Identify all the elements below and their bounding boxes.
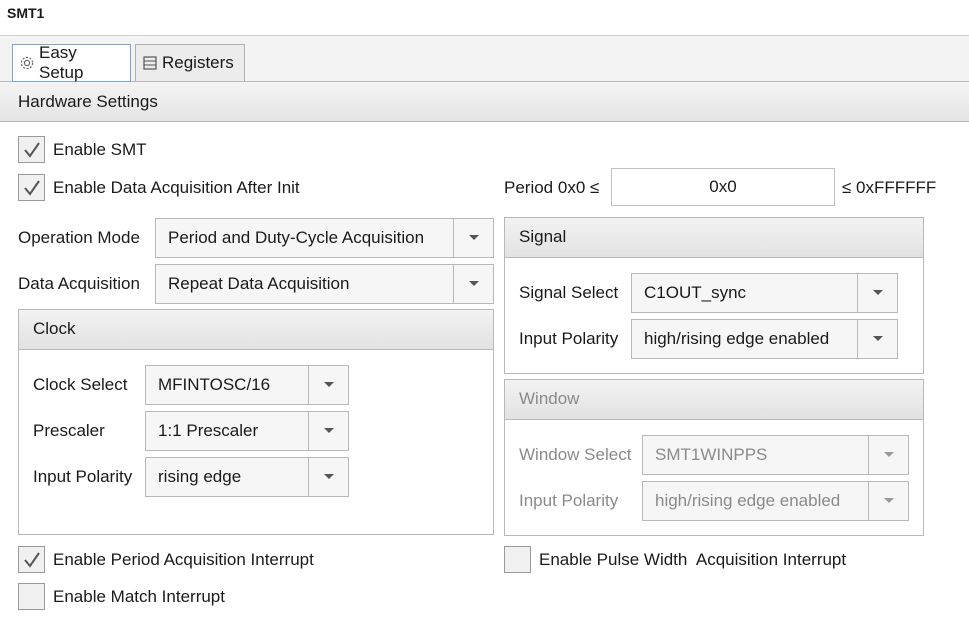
prescaler-value: 1:1 Prescaler xyxy=(158,421,259,440)
title-bar xyxy=(0,0,969,36)
chevron-down-icon[interactable] xyxy=(308,458,348,496)
checkmark-icon xyxy=(23,179,40,196)
tab-easy-setup[interactable]: Easy Setup xyxy=(12,43,131,82)
pulse-interrupt-checkbox[interactable] xyxy=(504,546,531,573)
period-interrupt-checkbox[interactable] xyxy=(18,546,45,573)
data-acquisition-select[interactable]: Repeat Data Acquisition xyxy=(155,264,494,304)
period-interrupt-row[interactable]: Enable Period Acquisition Interrupt xyxy=(18,546,314,573)
enable-smt-row[interactable]: Enable SMT xyxy=(18,136,147,163)
clock-input-polarity-select[interactable]: rising edge xyxy=(145,457,349,497)
clock-panel-title: Clock xyxy=(33,319,76,338)
window-select-label: Window Select xyxy=(519,445,632,464)
signal-select-select[interactable]: C1OUT_sync xyxy=(631,273,898,313)
period-prefix: Period 0x0 ≤ xyxy=(504,178,600,197)
chevron-down-icon[interactable] xyxy=(857,320,897,358)
window-panel-header: Window xyxy=(505,380,923,420)
window-panel-title: Window xyxy=(519,389,580,408)
signal-select-value: C1OUT_sync xyxy=(644,283,747,302)
gear-icon xyxy=(19,55,35,71)
signal-select-label: Signal Select xyxy=(519,283,619,302)
chevron-down-icon[interactable] xyxy=(308,366,348,404)
tab-registers-label: Registers xyxy=(162,53,234,72)
window-input-polarity-select[interactable]: high/rising edge enabled xyxy=(642,481,909,521)
match-interrupt-label: Enable Match Interrupt xyxy=(53,586,225,606)
window-select-select[interactable]: SMT1WINPPS xyxy=(642,435,909,475)
window-input-polarity-value: high/rising edge enabled xyxy=(655,491,841,510)
window-title: SMT1 xyxy=(7,5,45,21)
prescaler-label: Prescaler xyxy=(33,421,105,440)
checkmark-icon xyxy=(23,141,40,158)
signal-panel-header: Signal xyxy=(505,218,923,258)
period-suffix: ≤ 0xFFFFFF xyxy=(842,178,937,197)
hardware-settings-header[interactable]: Hardware Settings xyxy=(0,82,969,122)
chevron-down-icon[interactable] xyxy=(857,274,897,312)
signal-input-polarity-label: Input Polarity xyxy=(519,329,619,348)
period-input[interactable]: 0x0 xyxy=(611,168,835,206)
signal-input-polarity-select[interactable]: high/rising edge enabled xyxy=(631,319,898,359)
hardware-settings-title: Hardware Settings xyxy=(18,92,158,111)
pulse-interrupt-row[interactable]: Enable Pulse Width Acquisition Interrupt xyxy=(504,546,846,573)
clock-input-polarity-label: Input Polarity xyxy=(33,467,133,486)
checkmark-icon xyxy=(23,551,40,568)
enable-data-acq-label: Enable Data Acquisition After Init xyxy=(53,177,300,197)
operation-mode-value: Period and Duty-Cycle Acquisition xyxy=(168,228,425,247)
operation-mode-label: Operation Mode xyxy=(18,228,140,247)
tab-easy-setup-label: Easy Setup xyxy=(39,43,84,82)
operation-mode-select[interactable]: Period and Duty-Cycle Acquisition xyxy=(155,218,494,258)
window-select-value: SMT1WINPPS xyxy=(655,445,768,464)
clock-panel-header: Clock xyxy=(19,310,493,350)
window-input-polarity-label: Input Polarity xyxy=(519,491,619,510)
chevron-down-icon[interactable] xyxy=(453,219,493,257)
pulse-interrupt-label: Enable Pulse Width Acquisition Interrupt xyxy=(539,549,847,569)
list-icon xyxy=(142,55,158,71)
period-interrupt-label: Enable Period Acquisition Interrupt xyxy=(53,549,314,569)
enable-smt-label: Enable SMT xyxy=(53,139,147,159)
data-acquisition-label: Data Acquisition xyxy=(18,274,140,293)
chevron-down-icon[interactable] xyxy=(453,265,493,303)
period-value: 0x0 xyxy=(709,177,737,196)
chevron-down-icon[interactable] xyxy=(868,436,908,474)
chevron-down-icon[interactable] xyxy=(868,482,908,520)
data-acquisition-value: Repeat Data Acquisition xyxy=(168,274,350,293)
clock-input-polarity-value: rising edge xyxy=(158,467,242,486)
clock-select-label: Clock Select xyxy=(33,375,128,394)
signal-panel-title: Signal xyxy=(519,227,567,246)
enable-smt-checkbox[interactable] xyxy=(18,136,45,163)
enable-data-acq-row[interactable]: Enable Data Acquisition After Init xyxy=(18,174,300,201)
signal-input-polarity-value: high/rising edge enabled xyxy=(644,329,830,348)
prescaler-select[interactable]: 1:1 Prescaler xyxy=(145,411,349,451)
chevron-down-icon[interactable] xyxy=(308,412,348,450)
match-interrupt-checkbox[interactable] xyxy=(18,583,45,610)
clock-select-select[interactable]: MFINTOSC/16 xyxy=(145,365,349,405)
enable-data-acq-checkbox[interactable] xyxy=(18,174,45,201)
match-interrupt-row[interactable]: Enable Match Interrupt xyxy=(18,583,225,610)
tab-registers[interactable]: Registers xyxy=(135,44,245,81)
clock-select-value: MFINTOSC/16 xyxy=(158,375,271,394)
